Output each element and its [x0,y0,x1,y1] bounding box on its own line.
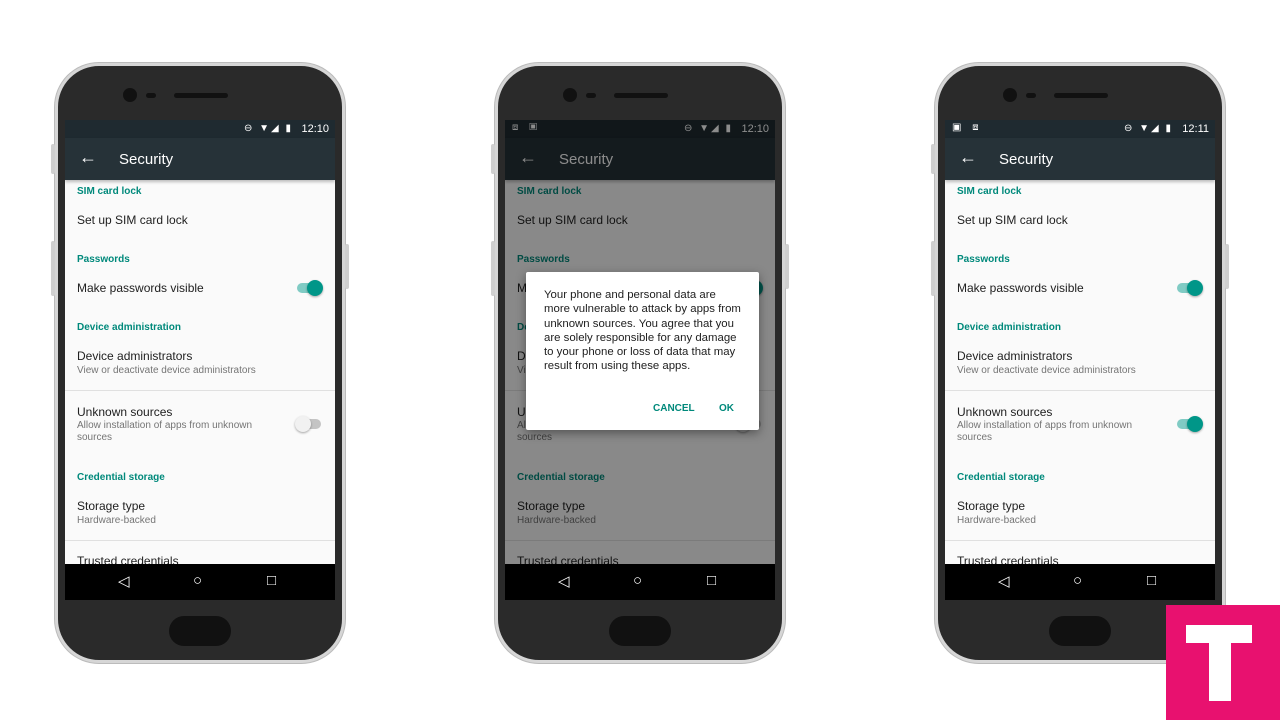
screen: ⊖ ▼◢ ▮ 12:10 ← Security SIM card lock Set up … [65,120,335,600]
nav-home-icon[interactable]: ○ [1073,572,1082,589]
setting-device-administrators[interactable]: Device administrators [77,349,192,363]
clock: 12:11 [1182,123,1209,135]
sensor [146,93,156,98]
home-button[interactable] [1049,616,1111,646]
toggle-knob [1187,280,1203,296]
nav-home-icon[interactable]: ○ [193,572,202,589]
earpiece [614,93,668,98]
storage-type-summary: Hardware-backed [957,515,1036,526]
toolbar: ← Security [65,138,335,180]
sensor [1026,93,1036,98]
power-button [345,244,349,289]
nav-recents-icon[interactable]: □ [707,572,716,589]
earpiece [1054,93,1108,98]
navigation-bar: ◁ ○ □ [505,564,775,600]
notification-icons: ▣ ⧈ [952,122,983,133]
unknown-sources-summary: Allow installation of apps from unknown … [957,420,1133,443]
toolbar: ← Security [945,138,1215,180]
status-icons: ⊖ ▼◢ ▮ [1123,123,1173,134]
side-button [491,144,495,174]
phone-mockup: ▣ ⧈ ⊖ ▼◢ ▮ 12:11 ← Security SIM card lock Set … [931,63,1229,663]
earpiece [174,93,228,98]
sensor [586,93,596,98]
toggle-knob [307,280,323,296]
navigation-bar: ◁ ○ □ [65,564,335,600]
status-bar: ⊖ ▼◢ ▮ 12:10 [65,120,335,138]
brand-logo [1166,605,1280,720]
phone-mockup: ⧈ ▣ ⊖ ▼◢ ▮ 12:10 ← Security SIM card lock Set … [491,63,789,663]
divider [945,390,1215,391]
dialog-cancel-button[interactable]: CANCEL [653,403,695,414]
screen: ▣ ⧈ ⊖ ▼◢ ▮ 12:11 ← Security SIM card lock Set … [945,120,1215,600]
nav-home-icon[interactable]: ○ [633,572,642,589]
unknown-sources-toggle[interactable] [295,416,321,432]
page-title: Security [119,151,174,168]
unknown-sources-summary: Allow installation of apps from unknown … [77,420,253,443]
toggle-knob [1187,416,1203,432]
front-camera [1003,88,1017,102]
page-title: Security [999,151,1054,168]
divider [65,390,335,391]
back-arrow-icon[interactable]: ← [959,147,977,168]
divider [65,540,335,541]
clock: 12:10 [301,123,329,135]
section-header-credential-storage: Credential storage [957,472,1045,483]
nav-back-icon[interactable]: ◁ [558,572,570,590]
side-button [51,241,55,296]
nav-back-icon[interactable]: ◁ [118,572,130,590]
section-header-sim: SIM card lock [957,186,1022,197]
side-button [51,144,55,174]
status-icons: ⊖ ▼◢ ▮ [243,123,293,134]
nav-back-icon[interactable]: ◁ [998,572,1010,590]
section-header-passwords: Passwords [77,254,130,265]
passwords-visible-toggle[interactable] [1177,280,1203,296]
section-header-device-admin: Device administration [77,322,181,333]
section-header-device-admin: Device administration [957,322,1061,333]
setting-unknown-sources[interactable]: Unknown sources [957,405,1052,419]
settings-list: SIM card lock Set up SIM card lock Passwor… [65,180,335,568]
setting-unknown-sources[interactable]: Unknown sources [77,405,172,419]
power-button [1225,244,1229,289]
side-button [931,241,935,296]
setting-passwords-visible[interactable]: Make passwords visible [957,281,1084,295]
nav-recents-icon[interactable]: □ [267,572,276,589]
status-bar: ▣ ⧈ ⊖ ▼◢ ▮ 12:11 [945,120,1215,138]
device-administrators-summary: View or deactivate device administrators [77,365,256,376]
setting-passwords-visible[interactable]: Make passwords visible [77,281,204,295]
home-button[interactable] [169,616,231,646]
home-button[interactable] [609,616,671,646]
storage-type-summary: Hardware-backed [77,515,156,526]
unknown-sources-toggle[interactable] [1177,416,1203,432]
nav-recents-icon[interactable]: □ [1147,572,1156,589]
device-administrators-summary: View or deactivate device administrators [957,365,1136,376]
toggle-knob [295,416,311,432]
navigation-bar: ◁ ○ □ [945,564,1215,600]
unknown-sources-warning-dialog: Your phone and personal data are more vu… [526,272,759,430]
setting-device-administrators[interactable]: Device administrators [957,349,1072,363]
dialog-ok-button[interactable]: OK [719,403,734,414]
setting-sim-lock[interactable]: Set up SIM card lock [957,213,1068,227]
settings-list: SIM card lock Set up SIM card lock Passwor… [945,180,1215,568]
back-arrow-icon[interactable]: ← [79,147,97,168]
side-button [491,241,495,296]
divider [945,540,1215,541]
dialog-message: Your phone and personal data are more vu… [544,289,741,373]
section-header-sim: SIM card lock [77,186,142,197]
front-camera [563,88,577,102]
passwords-visible-toggle[interactable] [297,280,323,296]
setting-storage-type[interactable]: Storage type [77,499,145,513]
screen: ⧈ ▣ ⊖ ▼◢ ▮ 12:10 ← Security SIM card lock Set … [505,120,775,600]
front-camera [123,88,137,102]
phone-mockup: ⊖ ▼◢ ▮ 12:10 ← Security SIM card lock Set up … [51,63,349,663]
power-button [785,244,789,289]
setting-sim-lock[interactable]: Set up SIM card lock [77,213,188,227]
section-header-credential-storage: Credential storage [77,472,165,483]
setting-storage-type[interactable]: Storage type [957,499,1025,513]
section-header-passwords: Passwords [957,254,1010,265]
side-button [931,144,935,174]
